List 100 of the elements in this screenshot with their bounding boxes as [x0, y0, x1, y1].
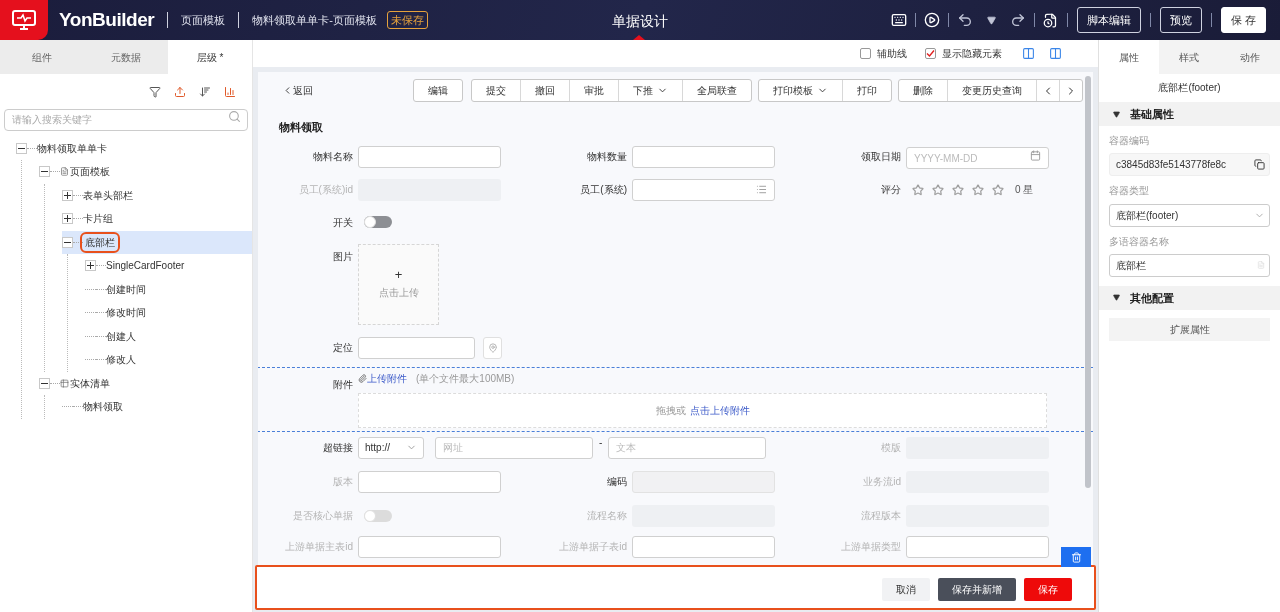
toolbar-button[interactable]: 打印模板	[759, 80, 842, 101]
location-button[interactable]	[483, 336, 502, 359]
toggle-switch[interactable]	[364, 216, 392, 228]
text-field[interactable]	[358, 145, 501, 168]
property-label: 多语容器名称	[1109, 234, 1170, 249]
tree-label: 实体清单	[70, 376, 110, 391]
text-field[interactable]: 底部栏	[1109, 253, 1270, 277]
sort-icon[interactable]	[199, 86, 211, 98]
tree-row[interactable]: 卡片组	[62, 207, 252, 231]
reference-field[interactable]	[632, 178, 775, 201]
footer-button[interactable]: 保存并新增	[938, 578, 1016, 601]
panel-tab[interactable]: 元数据	[84, 40, 168, 74]
upload-icon[interactable]	[174, 86, 186, 98]
panel-tab[interactable]: 组件	[0, 40, 84, 74]
toolbar-button[interactable]: 删除	[899, 80, 947, 101]
search-icon[interactable]	[228, 110, 241, 123]
chart-icon[interactable]	[224, 86, 236, 98]
tree-row[interactable]: 表单头部栏	[62, 183, 252, 207]
extend-button[interactable]: 扩展属性	[1109, 317, 1270, 341]
section-header[interactable]: 其他配置	[1099, 285, 1280, 310]
save-button[interactable]: 保 存	[1220, 7, 1266, 33]
tree-row[interactable]: 创建时间	[85, 277, 252, 301]
text-field[interactable]	[632, 535, 775, 558]
header-button[interactable]: 脚本编辑	[1076, 7, 1141, 33]
expand-icon[interactable]	[62, 189, 73, 201]
drop-text: 拖拽或	[655, 403, 686, 418]
upload-hint: 点击上传	[378, 286, 419, 300]
text-field[interactable]	[358, 535, 501, 558]
text-field[interactable]: c3845d83fe5143778fe8c	[1109, 153, 1270, 177]
back-link[interactable]: 返回	[293, 83, 313, 98]
text-field[interactable]	[632, 145, 775, 168]
star-rating[interactable]	[912, 183, 1004, 196]
caret-icon	[1113, 110, 1120, 118]
tree-row[interactable]: 实体清单	[39, 371, 252, 395]
collapse-icon[interactable]	[39, 166, 50, 178]
keyboard-icon[interactable]	[890, 12, 907, 28]
checkbox[interactable]	[860, 48, 871, 59]
search-field[interactable]: 请输入搜索关键字	[4, 108, 248, 131]
tree-row[interactable]: 页面模板	[39, 160, 252, 184]
undo-icon[interactable]	[956, 12, 973, 28]
link-text-field[interactable]: 文本	[608, 436, 767, 459]
toolbar-button[interactable]: 下推	[618, 80, 682, 101]
collapse-icon[interactable]	[16, 142, 27, 154]
tree-row[interactable]: 底部栏	[62, 230, 252, 254]
location-field[interactable]	[358, 336, 475, 359]
panel-tab[interactable]: 层级 *	[168, 40, 252, 74]
calendar-icon[interactable]	[1030, 149, 1041, 161]
text-field[interactable]	[358, 470, 501, 493]
image-upload[interactable]: + 点击上传	[358, 243, 439, 325]
layout-icon[interactable]	[1049, 47, 1062, 60]
toolbar-button[interactable]: 提交	[472, 80, 520, 101]
header-button[interactable]: 预览	[1159, 7, 1202, 33]
list-icon[interactable]	[756, 184, 767, 195]
copy-icon[interactable]	[1254, 159, 1265, 171]
panel-tab[interactable]: 样式	[1159, 40, 1220, 74]
protocol-select[interactable]: http://	[358, 436, 424, 459]
star-icon[interactable]	[992, 183, 1004, 196]
drop-zone[interactable]: 拖拽或 点击上传附件	[358, 392, 1047, 428]
layout-icon[interactable]	[1022, 47, 1035, 60]
text-field[interactable]	[632, 470, 775, 493]
collapse-icon[interactable]	[39, 377, 50, 389]
footer-button[interactable]: 保存	[1024, 578, 1072, 601]
tree-row[interactable]: 物料领取单单卡	[16, 136, 252, 160]
toolbar-button[interactable]: 编辑	[414, 80, 462, 101]
upload-link[interactable]: 上传附件	[367, 371, 407, 386]
field-label: 物料数量	[586, 150, 628, 165]
select-field[interactable]: 底部栏(footer)	[1109, 203, 1270, 227]
filter-icon[interactable]	[149, 86, 161, 98]
toolbar-button[interactable]: 撤回	[520, 80, 569, 101]
star-icon[interactable]	[972, 183, 984, 196]
play-icon[interactable]	[923, 12, 940, 28]
upload-link[interactable]: 点击上传附件	[689, 402, 750, 418]
delete-button[interactable]	[1061, 547, 1091, 567]
history-icon[interactable]	[1042, 12, 1058, 28]
breadcrumb-link[interactable]: 页面模板	[181, 11, 226, 29]
toolbar-button[interactable]: 全局联查	[682, 80, 751, 101]
panel-tab[interactable]: 动作	[1219, 40, 1280, 74]
checkbox[interactable]	[925, 48, 936, 59]
breadcrumb-link[interactable]: 物料领取单单卡-页面模板	[252, 11, 377, 29]
star-icon[interactable]	[932, 183, 944, 196]
tree-row[interactable]: SingleCardFooter	[85, 254, 252, 278]
tree-label: 创建时间	[106, 282, 146, 297]
date-field[interactable]: YYYY-MM-DD	[906, 147, 1049, 169]
tree-row[interactable]: 修改时间	[85, 301, 252, 325]
toolbar-button[interactable]: 变更历史查询	[947, 80, 1036, 101]
footer-button[interactable]: 取消	[882, 578, 930, 601]
tree-row[interactable]: 物料领取	[62, 395, 252, 419]
toolbar-button[interactable]: 审批	[569, 80, 618, 101]
section-header[interactable]: 基础属性	[1099, 102, 1280, 126]
tree-row[interactable]: 修改人	[85, 348, 252, 372]
text-field[interactable]	[906, 535, 1049, 558]
expand-icon[interactable]	[62, 213, 73, 225]
toolbar-button[interactable]: 打印	[842, 80, 891, 101]
star-icon[interactable]	[952, 183, 964, 196]
dropdown-icon[interactable]	[986, 15, 996, 25]
star-icon[interactable]	[912, 183, 924, 196]
tree-row[interactable]: 创建人	[85, 324, 252, 348]
expand-icon[interactable]	[85, 260, 96, 272]
collapse-icon[interactable]	[62, 236, 73, 248]
redo-icon[interactable]	[1009, 12, 1026, 28]
